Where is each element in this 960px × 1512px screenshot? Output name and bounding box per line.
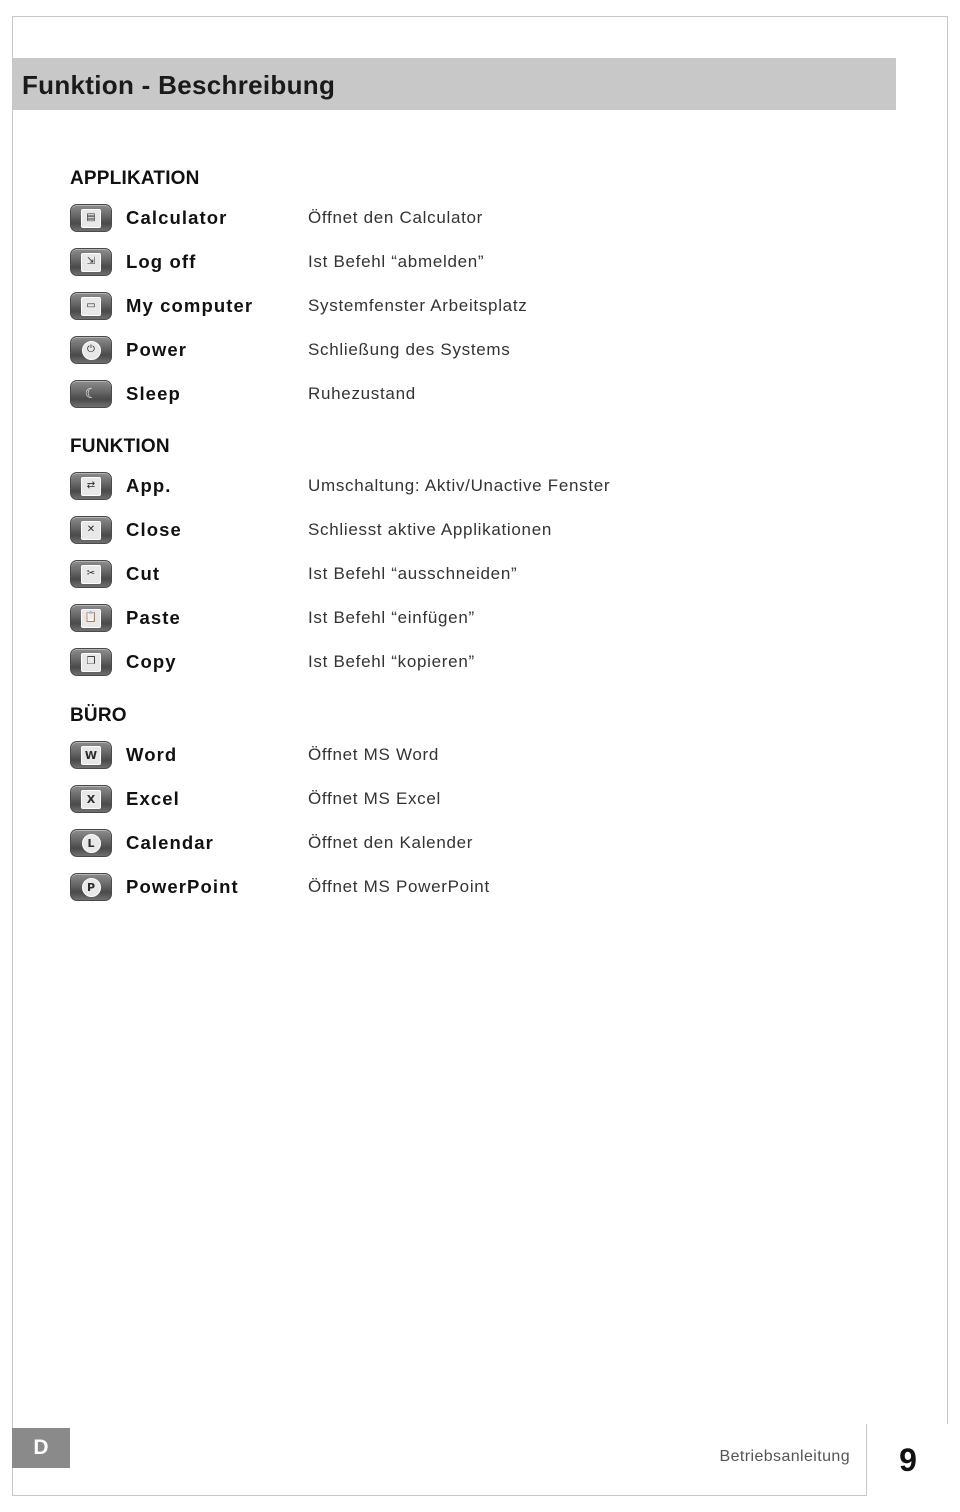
item-description: Öffnet MS Excel [308, 789, 442, 808]
section-buero: BÜRO W Word Öffnet MS Word X Excel Öffne… [70, 705, 890, 909]
calculator-icon: ▤ [70, 204, 112, 232]
my-computer-glyph: ▭ [81, 296, 101, 316]
language-badge: D [12, 1428, 70, 1468]
list-item: L Calendar Öffnet den Kalender [70, 821, 890, 865]
item-label: Calculator [126, 207, 228, 228]
item-description: Öffnet den Kalender [308, 833, 474, 852]
my-computer-icon: ▭ [70, 292, 112, 320]
powerpoint-glyph: P [81, 877, 101, 897]
item-label: PowerPoint [126, 876, 239, 897]
icon-cell: ☾ [70, 380, 126, 408]
icon-cell: X [70, 785, 126, 813]
power-icon: ⏻ [70, 336, 112, 364]
list-item: ▤ Calculator Öffnet den Calculator [70, 196, 890, 240]
item-label: Log off [126, 251, 197, 272]
item-description: Schließung des Systems [308, 340, 511, 359]
list-item: ⇄ App. Umschaltung: Aktiv/Unactive Fenst… [70, 464, 890, 508]
section-applikation: APPLIKATION ▤ Calculator Öffnet den Calc… [70, 168, 890, 416]
item-label: Word [126, 744, 178, 765]
icon-cell: ❐ [70, 648, 126, 676]
item-description: Schliesst aktive Applikationen [308, 520, 553, 539]
item-label: Calendar [126, 832, 214, 853]
paste-glyph: 📋 [81, 608, 101, 628]
item-description: Öffnet MS Word [308, 745, 440, 764]
item-description: Öffnet den Calculator [308, 208, 484, 227]
item-label: Sleep [126, 383, 181, 404]
section-title: APPLIKATION [70, 168, 200, 189]
icon-cell: W [70, 741, 126, 769]
item-label: Excel [126, 788, 180, 809]
word-glyph: W [81, 745, 101, 765]
icon-cell: ✕ [70, 516, 126, 544]
list-item: X Excel Öffnet MS Excel [70, 777, 890, 821]
list-item: P PowerPoint Öffnet MS PowerPoint [70, 865, 890, 909]
icon-cell: ✂ [70, 560, 126, 588]
item-label: App. [126, 475, 172, 496]
item-description: Ist Befehl “ausschneiden” [308, 564, 518, 583]
section-title: BÜRO [70, 705, 127, 726]
close-icon: ✕ [70, 516, 112, 544]
list-item: ❐ Copy Ist Befehl “kopieren” [70, 640, 890, 684]
list-item: ▭ My computer Systemfenster Arbeitsplatz [70, 284, 890, 328]
footer-manual-label: Betriebsanleitung [719, 1448, 850, 1465]
close-glyph: ✕ [81, 520, 101, 540]
item-label: Power [126, 339, 188, 360]
icon-cell: L [70, 829, 126, 857]
item-label: Paste [126, 607, 181, 628]
icon-cell: 📋 [70, 604, 126, 632]
item-description: Umschaltung: Aktiv/Unactive Fenster [308, 476, 611, 495]
item-label: Cut [126, 563, 161, 584]
logoff-glyph: ⇲ [81, 252, 101, 272]
list-item: ⇲ Log off Ist Befehl “abmelden” [70, 240, 890, 284]
icon-cell: ▭ [70, 292, 126, 320]
paste-icon: 📋 [70, 604, 112, 632]
word-icon: W [70, 741, 112, 769]
calculator-glyph: ▤ [81, 208, 101, 228]
sleep-glyph: ☾ [84, 387, 98, 401]
item-description: Ist Befehl “abmelden” [308, 252, 485, 271]
list-item: W Word Öffnet MS Word [70, 733, 890, 777]
excel-glyph: X [81, 789, 101, 809]
calendar-glyph: L [81, 833, 101, 853]
item-description: Öffnet MS PowerPoint [308, 877, 490, 896]
section-funktion: FUNKTION ⇄ App. Umschaltung: Aktiv/Unact… [70, 436, 890, 684]
item-label: My computer [126, 295, 254, 316]
list-item: ☾ Sleep Ruhezustand [70, 372, 890, 416]
excel-icon: X [70, 785, 112, 813]
section-title: FUNKTION [70, 436, 170, 457]
item-label: Close [126, 519, 182, 540]
calendar-icon: L [70, 829, 112, 857]
cut-icon: ✂ [70, 560, 112, 588]
page-number-box: 9 [866, 1424, 949, 1496]
list-item: ⏻ Power Schließung des Systems [70, 328, 890, 372]
item-description: Systemfenster Arbeitsplatz [308, 296, 528, 315]
app-switch-glyph: ⇄ [81, 476, 101, 496]
item-description: Ist Befehl “einfügen” [308, 608, 475, 627]
page-number: 9 [899, 1441, 917, 1478]
cut-glyph: ✂ [81, 564, 101, 584]
list-item: ✕ Close Schliesst aktive Applikationen [70, 508, 890, 552]
sleep-icon: ☾ [70, 380, 112, 408]
icon-cell: ▤ [70, 204, 126, 232]
logoff-icon: ⇲ [70, 248, 112, 276]
item-description: Ruhezustand [308, 384, 416, 403]
list-item: 📋 Paste Ist Befehl “einfügen” [70, 596, 890, 640]
power-glyph: ⏻ [81, 340, 101, 360]
copy-glyph: ❐ [81, 652, 101, 672]
copy-icon: ❐ [70, 648, 112, 676]
icon-cell: ⏻ [70, 336, 126, 364]
item-description: Ist Befehl “kopieren” [308, 652, 475, 671]
item-label: Copy [126, 651, 177, 672]
powerpoint-icon: P [70, 873, 112, 901]
list-item: ✂ Cut Ist Befehl “ausschneiden” [70, 552, 890, 596]
icon-cell: ⇄ [70, 472, 126, 500]
icon-cell: ⇲ [70, 248, 126, 276]
icon-cell: P [70, 873, 126, 901]
page-title: Funktion - Beschreibung [22, 70, 336, 100]
app-switch-icon: ⇄ [70, 472, 112, 500]
